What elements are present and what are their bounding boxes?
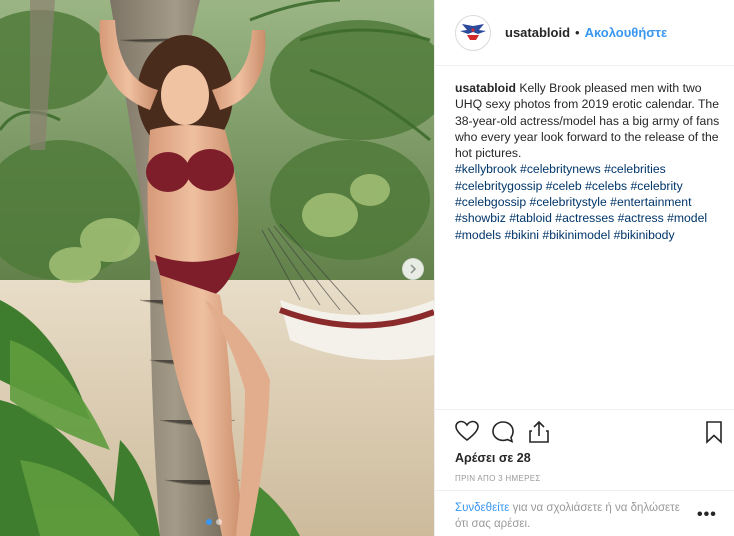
carousel-dot bbox=[216, 519, 222, 525]
more-options-icon[interactable]: ••• bbox=[697, 506, 717, 524]
hashtag-link[interactable]: #celebrities bbox=[604, 162, 666, 176]
heart-icon[interactable] bbox=[455, 420, 479, 442]
header-text: usatabloid • Ακολουθήστε bbox=[505, 25, 667, 40]
post-caption: usatabloid Kelly Brook pleased men with … bbox=[455, 80, 723, 243]
likes-count[interactable]: Αρέσει σε 28 bbox=[455, 451, 531, 465]
hashtag-link[interactable]: #bikini bbox=[504, 228, 539, 242]
hashtag-link[interactable]: #actresses bbox=[555, 211, 614, 225]
caption-username[interactable]: usatabloid bbox=[455, 81, 516, 95]
hashtag-link[interactable]: #celebs bbox=[585, 179, 627, 193]
hashtag-link[interactable]: #bikinimodel bbox=[542, 228, 610, 242]
hashtag-link[interactable]: #model bbox=[667, 211, 707, 225]
action-bar bbox=[455, 420, 723, 444]
hashtag-link[interactable]: #celebrity bbox=[631, 179, 683, 193]
post-side-panel: usatabloid • Ακολουθήστε usatabloid Kell… bbox=[434, 0, 734, 536]
chevron-right-icon bbox=[410, 264, 417, 274]
comment-icon[interactable] bbox=[491, 420, 515, 444]
hashtag-link[interactable]: #celebritystyle bbox=[530, 195, 607, 209]
avatar[interactable] bbox=[455, 14, 491, 51]
header-separator: • bbox=[575, 25, 580, 40]
photo-illustration bbox=[0, 0, 434, 536]
divider bbox=[435, 490, 734, 491]
share-icon[interactable] bbox=[527, 420, 551, 444]
hashtag-link[interactable]: #showbiz bbox=[455, 211, 506, 225]
post-timestamp[interactable]: ΠΡΙΝ ΑΠΟ 3 ΗΜΕΡΕΣ bbox=[455, 474, 541, 483]
hashtag-link[interactable]: #tabloid bbox=[509, 211, 552, 225]
login-prompt: Συνδεθείτε για να σχολιάσετε ή να δηλώσε… bbox=[455, 500, 695, 532]
hashtag-link[interactable]: #models bbox=[455, 228, 501, 242]
bookmark-icon[interactable] bbox=[705, 420, 723, 444]
hashtag-link[interactable]: #kellybrook bbox=[455, 162, 517, 176]
eagle-logo-icon bbox=[460, 23, 486, 40]
divider bbox=[435, 409, 734, 410]
hashtag-link[interactable]: #celebritynews bbox=[520, 162, 601, 176]
carousel-dot-active bbox=[206, 519, 212, 525]
login-link[interactable]: Συνδεθείτε bbox=[455, 502, 509, 514]
carousel-indicators bbox=[206, 519, 222, 525]
post-photo[interactable] bbox=[0, 0, 434, 536]
hashtag-link[interactable]: #actress bbox=[618, 211, 664, 225]
header-username[interactable]: usatabloid bbox=[505, 25, 570, 40]
hashtag-link[interactable]: #bikinibody bbox=[614, 228, 675, 242]
carousel-next-button[interactable] bbox=[402, 258, 424, 280]
hashtag-link[interactable]: #entertainment bbox=[610, 195, 691, 209]
hashtag-link[interactable]: #celebritygossip bbox=[455, 179, 542, 193]
hashtag-list: #kellybrook #celebritynews #celebrities … bbox=[455, 161, 723, 242]
follow-button[interactable]: Ακολουθήστε bbox=[585, 25, 668, 40]
post-header: usatabloid • Ακολουθήστε bbox=[435, 0, 734, 66]
hashtag-link[interactable]: #celeb bbox=[546, 179, 582, 193]
hashtag-link[interactable]: #celebgossip bbox=[455, 195, 526, 209]
